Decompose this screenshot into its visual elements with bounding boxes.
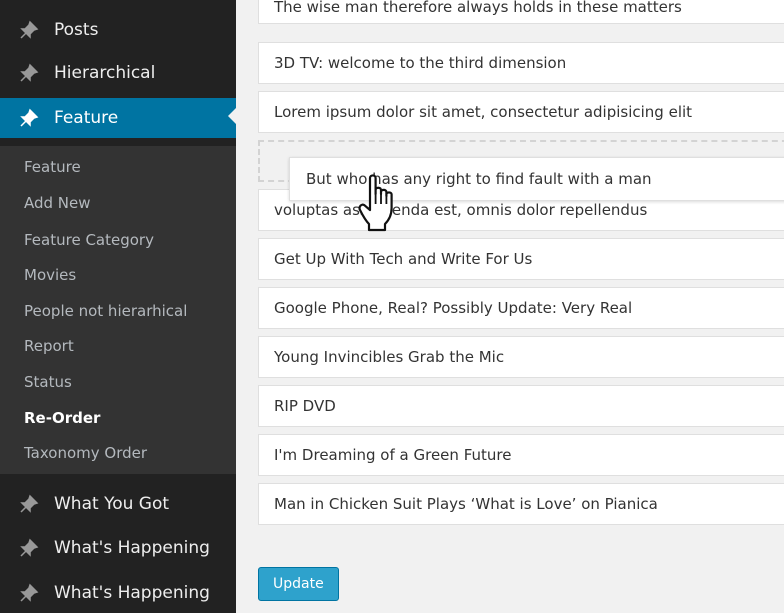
- menu-item-posts[interactable]: Posts: [0, 12, 236, 48]
- submenu-item-feature-category[interactable]: Feature Category: [24, 225, 154, 255]
- feature-submenu: Feature Add New Feature Category Movies …: [0, 146, 236, 474]
- menu-item-hierarchical[interactable]: Hierarchical: [0, 55, 236, 91]
- menu-item-label: Posts: [54, 20, 99, 40]
- sortable-item[interactable]: I'm Dreaming of a Green Future: [258, 434, 784, 476]
- hand-cursor-icon: [358, 172, 406, 238]
- submenu-item-report[interactable]: Report: [24, 331, 74, 361]
- sortable-item[interactable]: RIP DVD: [258, 385, 784, 427]
- menu-item-feature[interactable]: Feature: [0, 98, 236, 138]
- pin-icon: [18, 537, 40, 559]
- menu-item-what-you-got[interactable]: What You Got: [0, 486, 236, 522]
- submenu-item-people[interactable]: People not hierarhical: [24, 296, 187, 326]
- sortable-item[interactable]: Google Phone, Real? Possibly Update: Ver…: [258, 287, 784, 329]
- pin-icon: [18, 582, 40, 604]
- submenu-item-taxonomy-order[interactable]: Taxonomy Order: [24, 438, 147, 468]
- pin-icon: [18, 62, 40, 84]
- submenu-item-add-new[interactable]: Add New: [24, 188, 91, 218]
- menu-item-whats-happening[interactable]: What's Happening: [0, 530, 236, 566]
- menu-item-label: Feature: [54, 108, 119, 128]
- submenu-item-feature[interactable]: Feature: [24, 152, 81, 182]
- menu-item-label: What's Happening: [54, 538, 210, 558]
- sortable-item[interactable]: The wise man therefore always holds in t…: [258, 0, 784, 24]
- pin-icon: [18, 493, 40, 515]
- sortable-item[interactable]: 3D TV: welcome to the third dimension: [258, 42, 784, 84]
- submenu-item-movies[interactable]: Movies: [24, 260, 76, 290]
- submenu-item-status[interactable]: Status: [24, 367, 72, 397]
- submenu-item-re-order[interactable]: Re-Order: [24, 403, 100, 433]
- admin-sidebar: Posts Hierarchical Feature Feature Add N…: [0, 0, 236, 613]
- pin-icon: [18, 19, 40, 41]
- menu-item-label: What's Happening: [54, 583, 210, 603]
- sortable-item[interactable]: Get Up With Tech and Write For Us: [258, 238, 784, 280]
- sortable-item[interactable]: Man in Chicken Suit Plays ‘What is Love’…: [258, 483, 784, 525]
- menu-item-whats-happening-2[interactable]: What's Happening: [0, 575, 236, 611]
- menu-item-label: Hierarchical: [54, 63, 156, 83]
- sortable-item[interactable]: Lorem ipsum dolor sit amet, consectetur …: [258, 91, 784, 133]
- sortable-item[interactable]: Young Invincibles Grab the Mic: [258, 336, 784, 378]
- update-button[interactable]: Update: [258, 567, 339, 601]
- menu-item-label: What You Got: [54, 494, 170, 514]
- pin-icon: [18, 107, 40, 129]
